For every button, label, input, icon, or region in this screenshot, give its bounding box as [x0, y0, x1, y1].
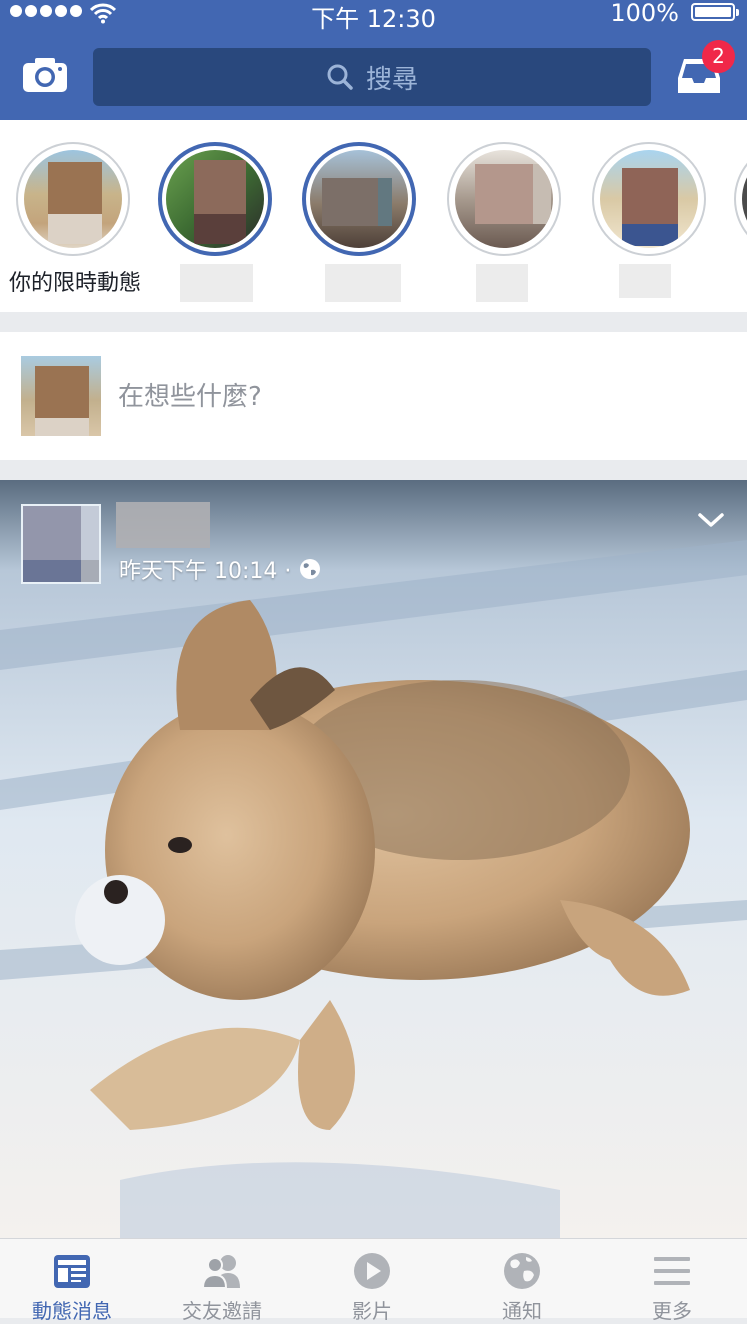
story-ring [302, 142, 416, 256]
search-bar[interactable]: 搜尋 [93, 48, 651, 106]
avatar [166, 150, 264, 248]
story-item[interactable] [286, 120, 436, 312]
video-play-icon [354, 1253, 390, 1289]
avatar [310, 150, 408, 248]
story-ring [734, 142, 747, 256]
camera-icon[interactable] [22, 57, 68, 93]
story-item[interactable] [720, 120, 747, 312]
profile-picture [21, 356, 101, 436]
avatar [600, 150, 698, 248]
stories-tray: 你的限時動態 [0, 120, 747, 312]
tab-label: 通知 [502, 1299, 542, 1323]
globe-notifications-icon [504, 1253, 540, 1289]
news-feed-icon [54, 1255, 90, 1288]
tab-news-feed[interactable]: 動態消息 [0, 1239, 147, 1323]
story-ring [592, 142, 706, 256]
author-name-redacted[interactable] [116, 502, 210, 548]
author-avatar[interactable] [21, 504, 101, 584]
story-item[interactable] [576, 120, 726, 312]
tab-more[interactable]: 更多 [597, 1239, 747, 1323]
top-navigation-bar: 下午 12:30 100% 搜尋 2 [0, 0, 747, 120]
post-timestamp: 昨天下午 10:14 · [119, 559, 292, 584]
status-bar: 下午 12:30 100% [0, 0, 747, 33]
post-photo[interactable] [0, 480, 747, 1238]
feed-post: 昨天下午 10:14 · [0, 480, 747, 1238]
post-meta: 昨天下午 10:14 · [119, 553, 321, 585]
story-ring [447, 142, 561, 256]
tab-friend-requests[interactable]: 交友邀請 [147, 1239, 297, 1323]
composer-prompt: 在想些什麼? [118, 382, 262, 412]
avatar [742, 150, 747, 248]
story-name-redacted [476, 264, 528, 302]
story-item[interactable] [142, 120, 292, 312]
search-placeholder: 搜尋 [365, 64, 418, 95]
tab-label: 影片 [352, 1299, 392, 1323]
inbox-badge: 2 [702, 40, 735, 73]
tab-notifications[interactable]: 通知 [447, 1239, 597, 1323]
story-name-redacted [325, 264, 401, 302]
avatar [24, 150, 122, 248]
story-name-redacted [619, 264, 671, 298]
friend-requests-icon [202, 1255, 240, 1289]
bottom-tab-bar: 動態消息 交友邀請 影片 通知 更多 [0, 1238, 747, 1323]
globe-icon [300, 559, 321, 579]
story-your-story[interactable]: 你的限時動態 [0, 120, 150, 312]
story-ring [158, 142, 272, 256]
tab-label: 更多 [652, 1299, 692, 1323]
tab-label: 動態消息 [32, 1299, 112, 1323]
chevron-down-icon[interactable] [694, 508, 728, 532]
story-name-redacted [180, 264, 253, 302]
status-composer[interactable]: 在想些什麼? [0, 332, 747, 460]
tab-label: 交友邀請 [182, 1299, 262, 1323]
story-item[interactable] [431, 120, 581, 312]
menu-hamburger-icon [654, 1257, 690, 1285]
battery-percent: 100% [610, 0, 679, 27]
tab-video[interactable]: 影片 [297, 1239, 447, 1323]
story-ring [16, 142, 130, 256]
search-icon [327, 64, 353, 90]
battery-icon [691, 3, 739, 21]
avatar [455, 150, 553, 248]
story-label: 你的限時動態 [8, 271, 141, 296]
